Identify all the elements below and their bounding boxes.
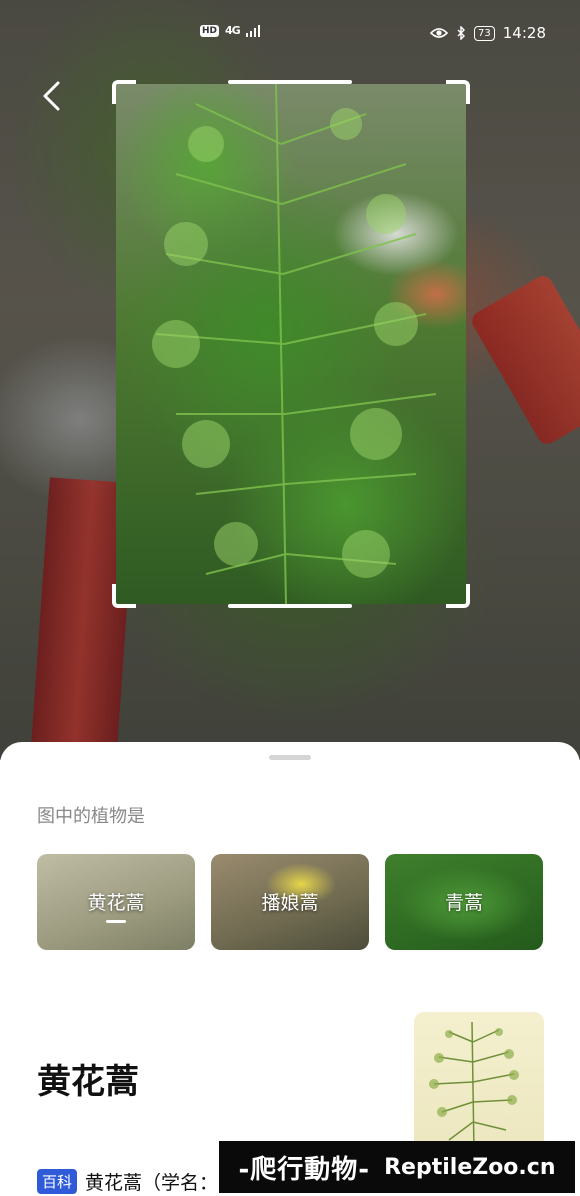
result-bottom-sheet[interactable]: 图中的植物是 黄花蒿 播娘蒿 青蒿 黄花蒿 百科 黄花蒿（学名：: [0, 742, 580, 1196]
species-title: 黄花蒿: [37, 1062, 139, 1102]
status-bar-network: HD 4G: [200, 24, 260, 37]
encyclopedia-text: 黄花蒿（学名：: [85, 1172, 219, 1194]
candidate-label: 播娘蒿: [261, 892, 319, 914]
encyclopedia-badge: 百科: [37, 1169, 78, 1194]
sheet-drag-handle[interactable]: [269, 755, 311, 760]
candidate-label: 青蒿: [444, 892, 483, 914]
encyclopedia-snippet[interactable]: 百科 黄花蒿（学名：: [37, 1168, 218, 1195]
crop-corner-top-right[interactable]: [446, 80, 470, 104]
status-bar-system: 73 14:28: [430, 24, 546, 42]
eye-icon: [430, 28, 449, 38]
candidate-card[interactable]: 播娘蒿: [211, 854, 369, 950]
bluetooth-icon: [457, 26, 466, 40]
status-bar: HD 4G 73 14:28: [0, 22, 580, 46]
crop-corner-top-left[interactable]: [112, 80, 136, 104]
battery-indicator: 73: [474, 25, 495, 41]
signal-icon: [245, 24, 260, 37]
candidate-list: 黄花蒿 播娘蒿 青蒿: [37, 854, 543, 950]
crop-corner-bottom-right[interactable]: [446, 584, 470, 608]
watermark: -爬行動物- ReptileZoo.cn: [219, 1141, 575, 1193]
watermark-chinese: -爬行動物-: [238, 1154, 371, 1185]
species-thumbnail[interactable]: [414, 1012, 544, 1152]
crop-corner-bottom-left[interactable]: [112, 584, 136, 608]
candidate-label: 黄花蒿: [87, 892, 145, 914]
crop-edge-top-handle[interactable]: [228, 80, 352, 84]
crop-edge-bottom-handle[interactable]: [228, 604, 352, 608]
result-question: 图中的植物是: [37, 806, 145, 827]
plant-illustration: [429, 1021, 519, 1152]
candidate-card[interactable]: 黄花蒿: [37, 854, 195, 950]
watermark-english: ReptileZoo.cn: [384, 1154, 556, 1180]
clock: 14:28: [502, 24, 546, 42]
hd-badge: HD: [200, 24, 220, 37]
crop-frame[interactable]: [112, 80, 470, 608]
candidate-card[interactable]: 青蒿: [385, 854, 543, 950]
selected-indicator: [106, 920, 126, 923]
back-button[interactable]: [38, 80, 66, 112]
network-type: 4G: [225, 24, 241, 37]
chevron-left-icon: [43, 81, 60, 111]
